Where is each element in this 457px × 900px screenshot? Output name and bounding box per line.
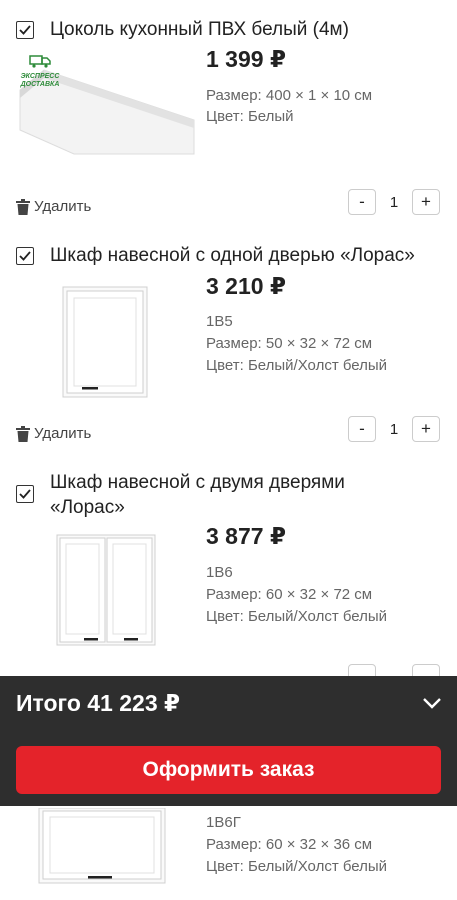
item-code: 1В6Г: [206, 814, 241, 831]
item-checkbox[interactable]: [16, 485, 34, 503]
delete-button[interactable]: Удалить: [16, 425, 91, 442]
item-color: Цвет: Белый: [206, 108, 294, 125]
item-size: Размер: 60 × 32 × 72 см: [206, 586, 373, 603]
check-icon: [19, 251, 31, 261]
item-color: Цвет: Белый/Холст белый: [206, 858, 388, 875]
express-delivery-badge: ЭКСПРЕСС ДОСТАВКА: [18, 54, 62, 89]
decrease-button[interactable]: -: [348, 189, 376, 215]
quantity-stepper: - 1 +: [348, 189, 440, 215]
checkout-button[interactable]: Оформить заказ: [16, 746, 441, 794]
item-image[interactable]: [38, 807, 166, 884]
delete-button[interactable]: Удалить: [16, 198, 91, 215]
item-image[interactable]: [62, 286, 148, 398]
item-image[interactable]: [56, 534, 156, 646]
decrease-button[interactable]: -: [348, 416, 376, 442]
check-icon: [19, 25, 31, 35]
item-size: Размер: 400 × 1 × 10 см: [206, 87, 373, 104]
item-size: Размер: 50 × 32 × 72 см: [206, 335, 373, 352]
item-code: 1В5: [206, 313, 233, 330]
truck-icon: [29, 55, 51, 68]
trash-icon: [16, 198, 30, 215]
item-checkbox[interactable]: [16, 21, 34, 39]
item-price: 3 877 ₽: [206, 523, 286, 549]
quantity-value: 1: [389, 420, 399, 438]
item-price: 1 399 ₽: [206, 46, 286, 72]
quantity-stepper: - 1 +: [348, 416, 440, 442]
item-title[interactable]: Шкаф навесной с двумя дверями «Лорас»: [50, 470, 380, 520]
item-color: Цвет: Белый/Холст белый: [206, 357, 388, 374]
quantity-value: 1: [389, 193, 399, 211]
trash-icon: [16, 425, 30, 442]
item-code: 1В6: [206, 564, 233, 581]
item-image[interactable]: ЭКСПРЕСС ДОСТАВКА: [14, 52, 196, 156]
order-summary-bar: Итого 41 223 ₽ Оформить заказ: [0, 676, 457, 806]
check-icon: [19, 489, 31, 499]
item-title[interactable]: Цоколь кухонный ПВХ белый (4м): [50, 17, 443, 42]
order-total: Итого 41 223 ₽: [16, 690, 180, 716]
item-title[interactable]: Шкаф навесной с одной дверью «Лорас»: [50, 243, 443, 268]
item-color: Цвет: Белый/Холст белый: [206, 608, 388, 625]
increase-button[interactable]: +: [412, 416, 440, 442]
increase-button[interactable]: +: [412, 189, 440, 215]
chevron-down-icon[interactable]: [421, 692, 443, 714]
item-size: Размер: 60 × 32 × 36 см: [206, 836, 373, 853]
item-checkbox[interactable]: [16, 247, 34, 265]
item-price: 3 210 ₽: [206, 273, 286, 299]
